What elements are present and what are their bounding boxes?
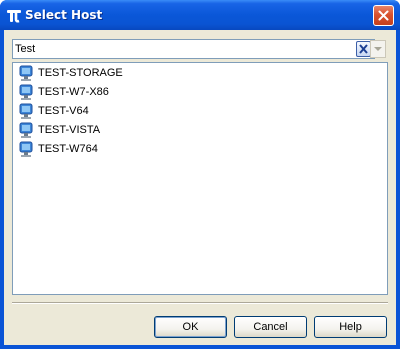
- help-button[interactable]: Help: [314, 316, 387, 338]
- host-name: TEST-W764: [38, 143, 98, 155]
- host-list[interactable]: TEST-STORAGE TEST-W7-X86 TEST-V64 TEST-V…: [12, 62, 388, 295]
- pi-app-icon: [7, 10, 21, 23]
- list-item[interactable]: TEST-W7-X86: [16, 83, 376, 102]
- help-button-label: Help: [339, 321, 362, 333]
- divider: [12, 302, 388, 304]
- window-frame-right: [396, 30, 400, 349]
- host-filter-input[interactable]: [15, 40, 345, 58]
- dialog-body: TEST-STORAGE TEST-W7-X86 TEST-V6: [4, 30, 396, 345]
- host-name: TEST-STORAGE: [38, 67, 123, 79]
- filter-dropdown-button[interactable]: [370, 40, 386, 58]
- select-host-dialog: Select Host Test TEST-STORAGE TEST-W7-X8…: [0, 0, 400, 349]
- cancel-button[interactable]: Cancel: [234, 316, 307, 338]
- close-button[interactable]: [373, 5, 394, 26]
- computer-icon: [19, 65, 33, 81]
- clear-filter-button[interactable]: [356, 41, 371, 57]
- close-icon: [378, 10, 389, 21]
- window-title: Select Host: [25, 8, 103, 22]
- window-frame-bottom: [0, 345, 400, 349]
- clear-icon: [359, 44, 368, 54]
- host-name: TEST-W7-X86: [38, 86, 109, 98]
- list-item[interactable]: TEST-W764: [16, 140, 376, 159]
- ok-button[interactable]: OK: [154, 316, 227, 338]
- computer-icon: [19, 141, 33, 157]
- list-item[interactable]: TEST-VISTA: [16, 121, 376, 140]
- chevron-down-icon: [374, 47, 382, 51]
- host-name: TEST-VISTA: [38, 124, 101, 136]
- computer-icon: [19, 122, 33, 138]
- list-item[interactable]: TEST-V64: [16, 102, 376, 121]
- host-filter-combobox[interactable]: [12, 39, 375, 59]
- host-name: TEST-V64: [38, 105, 89, 117]
- computer-icon: [19, 84, 33, 100]
- computer-icon: [19, 103, 33, 119]
- title-bar[interactable]: Select Host: [0, 0, 400, 30]
- list-item[interactable]: TEST-STORAGE: [16, 64, 376, 83]
